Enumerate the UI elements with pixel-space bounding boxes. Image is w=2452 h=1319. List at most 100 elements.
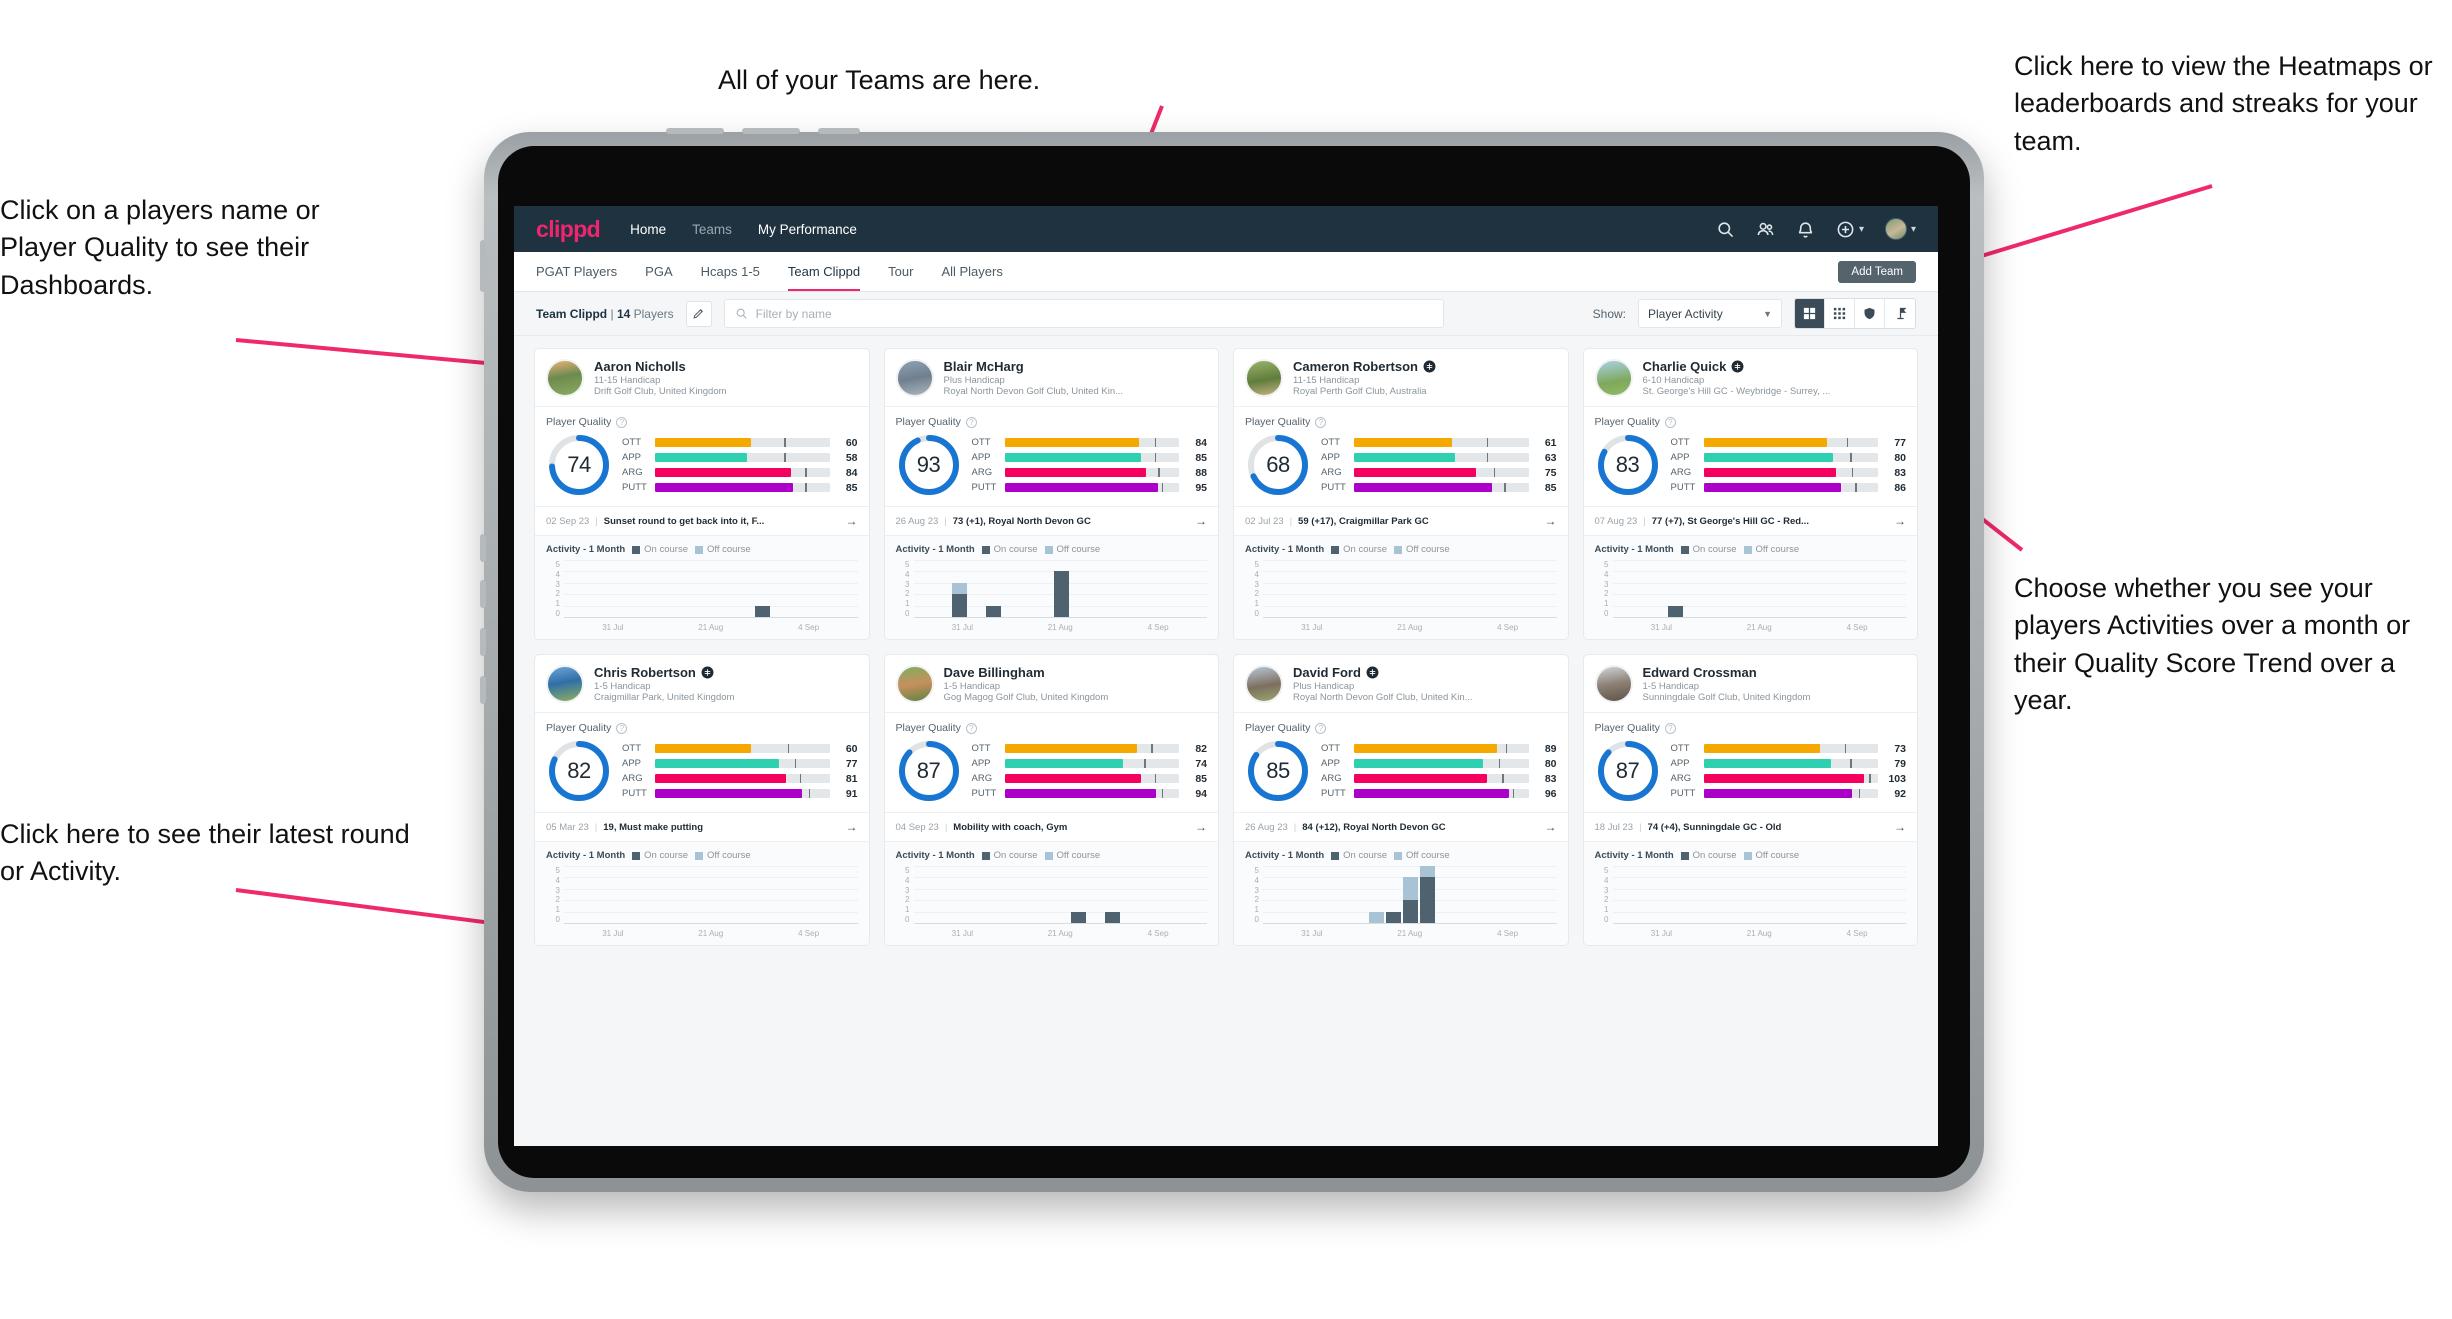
tab-all-players[interactable]: All Players (941, 252, 1002, 291)
nav-link-home[interactable]: Home (630, 222, 666, 237)
plus-circle-icon[interactable] (1836, 220, 1855, 239)
latest-round-row[interactable]: 02 Sep 23 | Sunset round to get back int… (535, 507, 869, 536)
player-card-header[interactable]: Chris Robertson 1-5 Handicap Craigmillar… (535, 655, 869, 713)
help-icon[interactable]: ? (1664, 416, 1676, 428)
player-card-header[interactable]: Blair McHarg Plus Handicap Royal North D… (884, 349, 1218, 407)
arrow-right-icon[interactable]: → (846, 514, 858, 528)
chart-y-axis: 543210 (1254, 866, 1259, 924)
player-name[interactable]: Cameron Robertson (1293, 359, 1418, 374)
chart-bar (1420, 866, 1435, 923)
metric-label: PUTT (1321, 482, 1346, 493)
chart-bar (1804, 866, 1819, 923)
player-card-header[interactable]: David Ford Plus Handicap Royal North Dev… (1234, 655, 1568, 713)
bell-icon[interactable] (1796, 220, 1815, 239)
player-card-header[interactable]: Cameron Robertson 11-15 Handicap Royal P… (1234, 349, 1568, 407)
help-icon[interactable]: ? (1315, 722, 1327, 734)
player-quality-section[interactable]: Player Quality? 87 OTT 82 APP 74 ARG 85 (884, 713, 1218, 813)
people-icon[interactable] (1756, 220, 1775, 239)
player-name[interactable]: Chris Robertson (594, 665, 696, 680)
help-icon[interactable]: ? (616, 722, 628, 734)
tab-pgat-players[interactable]: PGAT Players (536, 252, 617, 291)
latest-round-row[interactable]: 04 Sep 23 | Mobility with coach, Gym → (884, 813, 1218, 842)
arrow-right-icon[interactable]: → (1894, 514, 1906, 528)
tab-hcaps-1-5[interactable]: Hcaps 1-5 (701, 252, 760, 291)
latest-round-date: 18 Jul 23 (1594, 821, 1634, 833)
metric-track (655, 453, 830, 462)
player-card[interactable]: Aaron Nicholls 11-15 Handicap Drift Golf… (534, 348, 870, 640)
nav-link-my-performance[interactable]: My Performance (758, 222, 857, 237)
chart-bar (772, 866, 787, 923)
player-card[interactable]: Blair McHarg Plus Handicap Royal North D… (883, 348, 1219, 640)
player-card-header[interactable]: Charlie Quick 6-10 Handicap St. George's… (1583, 349, 1917, 407)
player-card-header[interactable]: Edward Crossman 1-5 Handicap Sunningdale… (1583, 655, 1917, 713)
search-input[interactable]: Filter by name (723, 299, 1444, 328)
player-card[interactable]: Dave Billingham 1-5 Handicap Gog Magog G… (883, 654, 1219, 946)
player-quality-section[interactable]: Player Quality? 83 OTT 77 APP 80 ARG 83 (1583, 407, 1917, 507)
add-team-button[interactable]: Add Team (1838, 260, 1916, 283)
metric-label: OTT (1321, 437, 1340, 448)
legend-off-course: Off course (1044, 544, 1100, 555)
player-quality-section[interactable]: Player Quality? 87 OTT 73 APP 79 ARG 103 (1583, 713, 1917, 813)
arrow-right-icon[interactable]: → (1195, 514, 1207, 528)
arrow-right-icon[interactable]: → (1195, 820, 1207, 834)
player-card[interactable]: Chris Robertson 1-5 Handicap Craigmillar… (534, 654, 870, 946)
avatar[interactable] (1884, 218, 1907, 240)
arrow-right-icon[interactable]: → (1545, 820, 1557, 834)
show-select[interactable]: Player Activity ▼ (1638, 299, 1782, 328)
player-card[interactable]: David Ford Plus Handicap Royal North Dev… (1233, 654, 1569, 946)
latest-round-row[interactable]: 02 Jul 23 | 59 (+17), Craigmillar Park G… (1234, 507, 1568, 536)
player-name[interactable]: Edward Crossman (1643, 665, 1757, 680)
help-icon[interactable]: ? (965, 722, 977, 734)
metric-value: 91 (845, 787, 858, 800)
metric-row-arg: ARG 88 (972, 467, 1208, 479)
player-quality-section[interactable]: Player Quality? 68 OTT 61 APP 63 ARG 75 (1234, 407, 1568, 507)
metric-value: 85 (845, 481, 858, 494)
arrow-right-icon[interactable]: → (1894, 820, 1906, 834)
chart-bar (1437, 866, 1452, 923)
help-icon[interactable]: ? (1664, 722, 1676, 734)
player-name[interactable]: Charlie Quick (1643, 359, 1727, 374)
latest-round-row[interactable]: 05 Mar 23 | 19, Must make putting → (535, 813, 869, 842)
help-icon[interactable]: ? (965, 416, 977, 428)
latest-round-row[interactable]: 26 Aug 23 | 84 (+12), Royal North Devon … (1234, 813, 1568, 842)
help-icon[interactable]: ? (616, 416, 628, 428)
latest-round-row[interactable]: 18 Jul 23 | 74 (+4), Sunningdale GC - Ol… (1583, 813, 1917, 842)
player-card-header[interactable]: Dave Billingham 1-5 Handicap Gog Magog G… (884, 655, 1218, 713)
clippd-logo[interactable]: clippd (536, 216, 601, 243)
chart-bar (1104, 866, 1120, 923)
view-leaderboard-button[interactable] (1855, 299, 1885, 328)
metric-label: OTT (971, 743, 991, 754)
user-menu[interactable]: ▾ (1884, 218, 1916, 240)
player-name[interactable]: David Ford (1293, 665, 1361, 680)
view-grid-small-button[interactable] (1825, 299, 1855, 328)
arrow-right-icon[interactable]: → (846, 820, 858, 834)
latest-round-row[interactable]: 26 Aug 23 | 73 (+1), Royal North Devon G… (884, 507, 1218, 536)
nav-link-teams[interactable]: Teams (692, 222, 732, 237)
tab-tour[interactable]: Tour (888, 252, 913, 291)
player-card[interactable]: Cameron Robertson 11-15 Handicap Royal P… (1233, 348, 1569, 640)
view-heatmap-button[interactable] (1885, 299, 1915, 328)
player-quality-section[interactable]: Player Quality? 93 OTT 84 APP 85 ARG 88 (884, 407, 1218, 507)
player-card[interactable]: Charlie Quick 6-10 Handicap St. George's… (1582, 348, 1918, 640)
chart-bar (1454, 866, 1469, 923)
chart-plot-area (1263, 866, 1557, 924)
player-quality-section[interactable]: Player Quality? 85 OTT 89 APP 80 ARG 83 (1234, 713, 1568, 813)
add-menu[interactable]: ▾ (1836, 220, 1864, 239)
player-card[interactable]: Edward Crossman 1-5 Handicap Sunningdale… (1582, 654, 1918, 946)
player-name[interactable]: Dave Billingham (944, 665, 1045, 680)
player-card-header[interactable]: Aaron Nicholls 11-15 Handicap Drift Golf… (535, 349, 869, 407)
player-name[interactable]: Aaron Nicholls (594, 359, 686, 374)
chart-bar (951, 560, 967, 617)
edit-team-button[interactable] (685, 300, 712, 327)
tab-team-clippd[interactable]: Team Clippd (787, 252, 861, 291)
view-grid-large-button[interactable] (1795, 299, 1825, 328)
latest-round-row[interactable]: 07 Aug 23 | 77 (+7), St George's Hill GC… (1583, 507, 1917, 536)
player-name[interactable]: Blair McHarg (944, 359, 1024, 374)
player-quality-section[interactable]: Player Quality? 82 OTT 60 APP 77 ARG 81 (535, 713, 869, 813)
tab-pga[interactable]: PGA (645, 252, 672, 291)
arrow-right-icon[interactable]: → (1545, 514, 1557, 528)
help-icon[interactable]: ? (1315, 416, 1327, 428)
chart-bar (1352, 560, 1367, 617)
search-icon[interactable] (1716, 220, 1735, 239)
player-quality-section[interactable]: Player Quality ? 74 OTT 60 APP 58 ARG 84… (535, 407, 869, 507)
